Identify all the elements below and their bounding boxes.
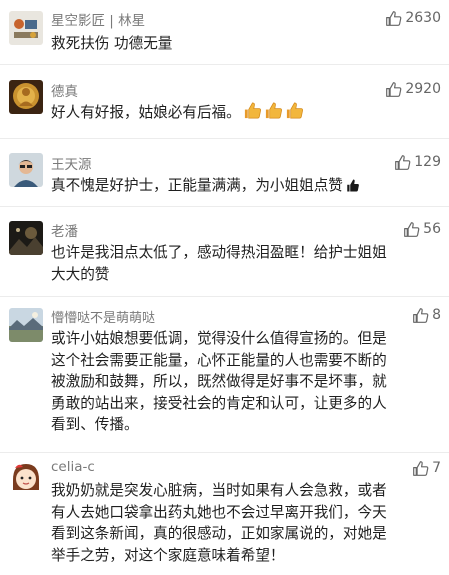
- avatar[interactable]: [9, 11, 43, 45]
- comment-item: 老潘 56 也许是我泪点太低了，感动得热泪盈眶！给护士姐姐 大大的赞: [0, 206, 449, 297]
- thumbs-up-icon: [386, 81, 402, 97]
- comment-line: 好人有好报，姑娘必有后福。: [51, 104, 241, 121]
- comment-text: 好人有好报，姑娘必有后福。: [51, 101, 431, 124]
- like-count: 2920: [405, 81, 441, 97]
- thumbs-up-icon: [404, 221, 420, 237]
- comment-line: 看到、传播。: [51, 416, 139, 434]
- comment-line: 看到这条新闻，真的很感动，正如家属说的，对她是: [51, 525, 387, 543]
- comment-line: 或许小姑娘想要低调，觉得没什么值得宣扬的。但是: [51, 330, 387, 347]
- comment-line: 勇敢的站出来，接受社会的肯定和认可，让更多的人: [51, 394, 387, 412]
- thumbs-up-icon: [413, 460, 429, 476]
- like-count: 56: [423, 221, 441, 237]
- avatar[interactable]: [9, 221, 43, 255]
- avatar[interactable]: [9, 460, 43, 494]
- comment-author[interactable]: 星空影匠 | 林星: [51, 9, 145, 29]
- thumbs-up-emoji-icon: [265, 102, 282, 119]
- comment-line: 有人去她口袋拿出药丸她也不会过早离开我们，今天: [51, 503, 387, 521]
- comment-author[interactable]: celia-c: [51, 459, 95, 475]
- comment-item: 星空影匠 | 林星 2630 救死扶伤 功德无量: [0, 0, 449, 65]
- like-count: 8: [432, 307, 441, 323]
- comment-item: 懵懵哒不是萌萌哒 8 或许小姑娘想要低调，觉得没什么值得宣扬的。但是 这个社会需…: [0, 296, 449, 453]
- avatar[interactable]: [9, 153, 43, 187]
- like-button[interactable]: 129: [394, 152, 441, 172]
- thumbs-up-emoji-icon: [286, 102, 303, 119]
- comment-line: 真不愧是好护士，正能量满满，为小姐姐点赞: [51, 177, 343, 194]
- comment-line: 这个社会需要正能量，心怀正能量的人也需要不断的: [51, 351, 387, 369]
- like-button[interactable]: 7: [412, 458, 441, 478]
- comment-item: 德真 2920 好人有好报，姑娘必有后福。: [0, 64, 449, 139]
- comment-line: 大大的赞: [51, 265, 110, 283]
- comment-author[interactable]: 老潘: [51, 220, 78, 240]
- comment-item: celia-c 7 我奶奶就是突发心脏病，当时如果有人会急救，或者 有人去她口袋…: [0, 452, 449, 575]
- avatar[interactable]: [9, 308, 43, 342]
- comment-line: 救死扶伤 功德无量: [51, 35, 173, 52]
- like-button[interactable]: 2920: [385, 79, 441, 99]
- comment-text: 也许是我泪点太低了，感动得热泪盈眶！给护士姐姐 大大的赞: [51, 242, 431, 285]
- comment-list: 星空影匠 | 林星 2630 救死扶伤 功德无量 德真 2920 好人有好报，姑…: [0, 0, 449, 575]
- comment-item: 王天源 129 真不愧是好护士，正能量满满，为小姐姐点赞: [0, 138, 449, 207]
- thumbs-up-icon: [413, 307, 429, 323]
- like-count: 7: [432, 460, 441, 476]
- thumbs-up-black-emoji-icon: [347, 179, 359, 192]
- comment-text: 我奶奶就是突发心脏病，当时如果有人会急救，或者 有人去她口袋拿出药丸她也不会过早…: [51, 480, 431, 566]
- comment-author[interactable]: 德真: [51, 80, 78, 100]
- like-button[interactable]: 8: [412, 305, 441, 325]
- thumbs-up-icon: [395, 154, 411, 170]
- comment-author[interactable]: 王天源: [51, 153, 92, 173]
- comment-text: 真不愧是好护士，正能量满满，为小姐姐点赞: [51, 175, 446, 197]
- comment-text: 救死扶伤 功德无量: [51, 33, 431, 55]
- comment-line: 我奶奶就是突发心脏病，当时如果有人会急救，或者: [51, 482, 387, 499]
- like-button[interactable]: 56: [403, 219, 441, 239]
- comment-line: 举手之劳，对这个家庭意味着希望！: [51, 546, 285, 564]
- like-count: 2630: [405, 10, 441, 26]
- thumbs-up-icon: [386, 10, 402, 26]
- comment-line: 也许是我泪点太低了，感动得热泪盈眶！给护士姐姐: [51, 244, 387, 261]
- comment-line: 被激励和鼓舞，所以，既然做得是好事不是坏事，就: [51, 373, 387, 391]
- comment-text: 或许小姑娘想要低调，觉得没什么值得宣扬的。但是 这个社会需要正能量，心怀正能量的…: [51, 328, 431, 436]
- like-count: 129: [414, 154, 441, 170]
- avatar[interactable]: [9, 80, 43, 114]
- thumbs-up-emoji-icon: [244, 102, 261, 119]
- like-button[interactable]: 2630: [385, 8, 441, 28]
- comment-author[interactable]: 懵懵哒不是萌萌哒: [51, 307, 155, 326]
